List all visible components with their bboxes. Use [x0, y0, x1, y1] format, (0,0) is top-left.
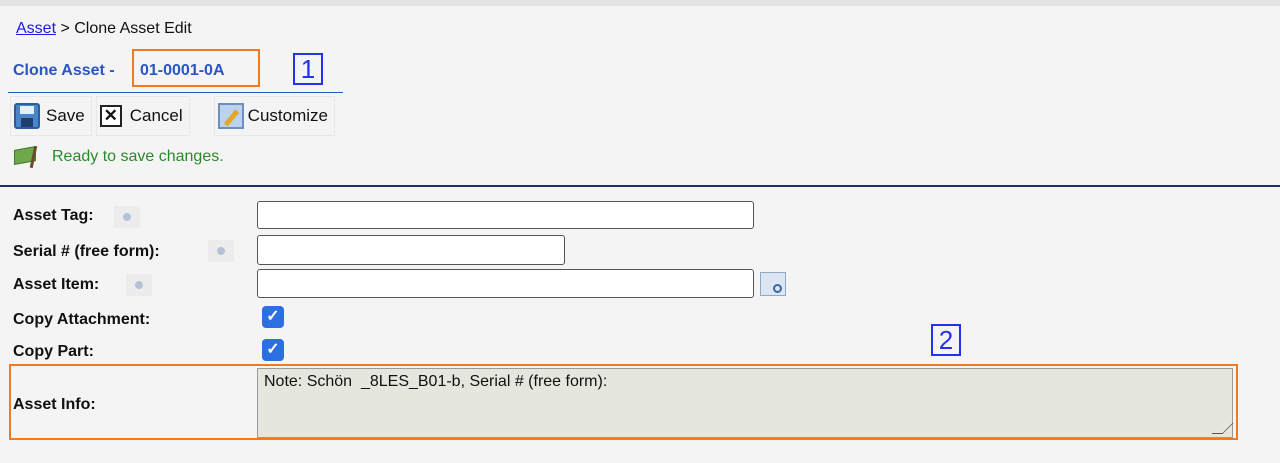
top-strip	[0, 0, 1280, 6]
page-title-prefix: Clone Asset -	[13, 62, 120, 79]
serial-input[interactable]	[257, 235, 565, 265]
page-title-id: 01-0001-0A	[140, 62, 225, 79]
serial-label: Serial # (free form):	[13, 243, 160, 260]
annotation-badge-1: 1	[293, 53, 323, 85]
asset-info-text: Note: Schön _8LES_B01-b, Serial # (free …	[264, 373, 608, 390]
flag-icon	[12, 146, 38, 168]
asset-tag-label: Asset Tag:	[13, 207, 94, 224]
help-icon[interactable]	[208, 240, 234, 262]
asset-tag-input[interactable]	[257, 201, 754, 229]
status-text: Ready to save changes.	[52, 148, 224, 165]
asset-item-label: Asset Item:	[13, 276, 100, 293]
lookup-icon[interactable]	[760, 272, 786, 296]
breadcrumb: Asset > Clone Asset Edit	[16, 20, 192, 38]
cancel-icon: ✕	[99, 105, 122, 127]
save-button-label: Save	[46, 106, 85, 125]
title-underline	[8, 92, 343, 93]
section-divider	[0, 185, 1280, 187]
save-icon	[14, 103, 40, 129]
breadcrumb-current: Clone Asset Edit	[74, 20, 192, 37]
cancel-button-label: Cancel	[129, 106, 183, 125]
resize-handle[interactable]	[1211, 423, 1234, 434]
breadcrumb-separator: >	[56, 20, 75, 37]
copy-attachment-checkbox[interactable]: ✓	[262, 306, 284, 328]
help-icon[interactable]	[114, 206, 140, 228]
annotation-badge-2: 2	[931, 324, 961, 356]
copy-part-checkbox[interactable]: ✓	[262, 339, 284, 361]
help-icon[interactable]	[126, 274, 152, 296]
copy-part-label: Copy Part:	[13, 343, 94, 360]
asset-info-textarea[interactable]: Note: Schön _8LES_B01-b, Serial # (free …	[257, 368, 1234, 438]
customize-button[interactable]: Customize	[213, 96, 335, 136]
customize-icon	[217, 103, 244, 129]
status-bar: Ready to save changes.	[12, 146, 224, 168]
copy-attachment-label: Copy Attachment:	[13, 311, 151, 328]
save-button[interactable]: Save	[10, 96, 92, 136]
asset-info-label: Asset Info:	[13, 396, 96, 413]
toolbar: Save ✕ Cancel Customize	[10, 96, 339, 136]
customize-button-label: Customize	[247, 106, 328, 125]
asset-item-input[interactable]	[257, 269, 754, 298]
breadcrumb-asset-link[interactable]: Asset	[16, 20, 56, 37]
cancel-button[interactable]: ✕ Cancel	[95, 96, 190, 136]
